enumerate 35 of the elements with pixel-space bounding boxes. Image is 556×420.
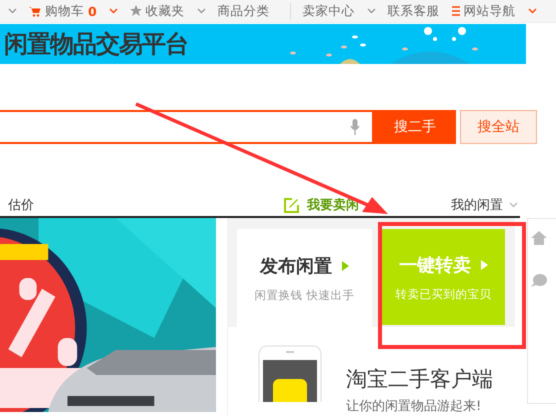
app-subtitle: 让你的闲置物品游起来! [346, 398, 482, 415]
button-title: 一键转卖 [398, 254, 471, 276]
nav-link[interactable]: 商品分类 [218, 2, 270, 20]
caret-icon [8, 8, 17, 14]
app-title: 淘宝二手客户端 [346, 366, 493, 393]
triangle-icon [342, 260, 349, 270]
edit-icon [284, 198, 299, 212]
card-subtitle: 转卖已买到的宝贝 [395, 286, 492, 302]
card-subtitle: 闲置换钱 快速出手 [254, 288, 354, 302]
caret-icon [528, 8, 537, 14]
cart-icon [29, 6, 41, 16]
triangle-icon [480, 260, 488, 270]
nav-link[interactable]: 购物车 0 [29, 2, 118, 20]
my-menu[interactable]: 我的闲置 [451, 196, 503, 214]
publish-card[interactable]: 发布闲置 闲置换钱 快速出手 [236, 229, 372, 327]
microphone-icon [350, 119, 360, 135]
caret-icon [196, 8, 206, 14]
search-field[interactable] [0, 110, 374, 144]
nav-link[interactable]: 联系客服 [388, 2, 440, 20]
search-button[interactable]: 搜二手 [374, 110, 456, 144]
card-title: 发布闲置 [260, 254, 332, 278]
phone-drawing [258, 345, 322, 402]
caret-icon [366, 8, 376, 14]
nav-link-text: 估价 [8, 197, 35, 214]
star-icon [130, 5, 142, 17]
caret-icon [108, 8, 118, 14]
menu-icon [452, 6, 460, 16]
nav-link[interactable]: 收藏夹 [130, 2, 206, 20]
chat-icon[interactable] [530, 273, 547, 287]
banner-title: 闲置物品交易平台 [4, 29, 188, 60]
nav-link[interactable]: 卖家中心 [290, 2, 376, 20]
home-icon[interactable] [530, 231, 547, 245]
search-button[interactable]: 搜全站 [460, 110, 537, 144]
caret-icon [509, 202, 518, 208]
nav-link[interactable]: 网站导航 [452, 2, 537, 20]
